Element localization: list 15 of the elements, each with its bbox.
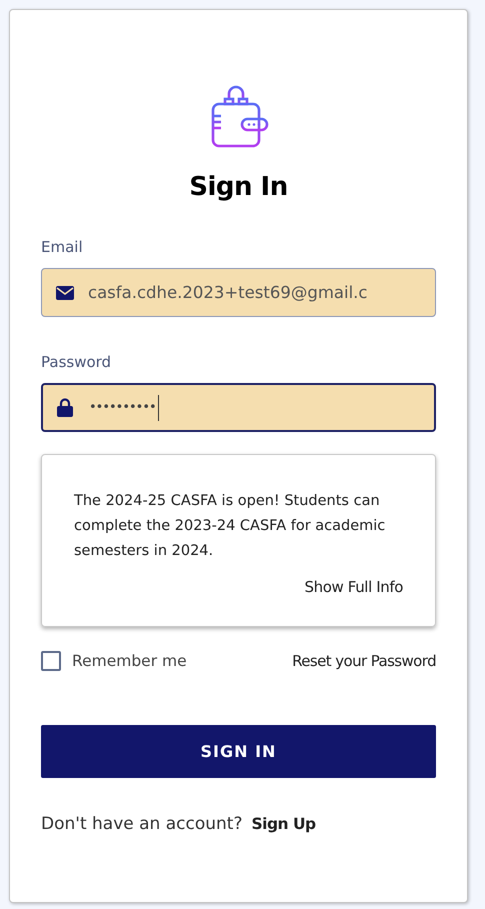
checkbox[interactable] [41, 651, 61, 671]
password-field[interactable]: •••••••••• [41, 383, 436, 432]
sign-up-link[interactable]: Sign Up [251, 815, 316, 833]
field-label: Email [41, 238, 84, 256]
show-info-link[interactable]: Show Full Info [304, 578, 403, 596]
field-label: Password [41, 353, 112, 371]
signup-prompt: Don't have an account? [41, 814, 242, 834]
notice-text: The 2024-25 CASFA is open! Students can complete the 2023-24 CASFA for academic semesters in 2024. [74, 492, 386, 561]
envelope-icon [56, 286, 74, 300]
sign-in-button[interactable]: SIGN IN [41, 725, 436, 778]
checkbox-label: Remember me [72, 652, 187, 670]
email-field[interactable]: casfa.cdhe.2023+test69@gmail.c [41, 268, 436, 317]
page-title: Sign In [188, 172, 289, 202]
lock-icon [57, 398, 73, 417]
reset-password-link[interactable]: Reset your Password [292, 652, 436, 670]
